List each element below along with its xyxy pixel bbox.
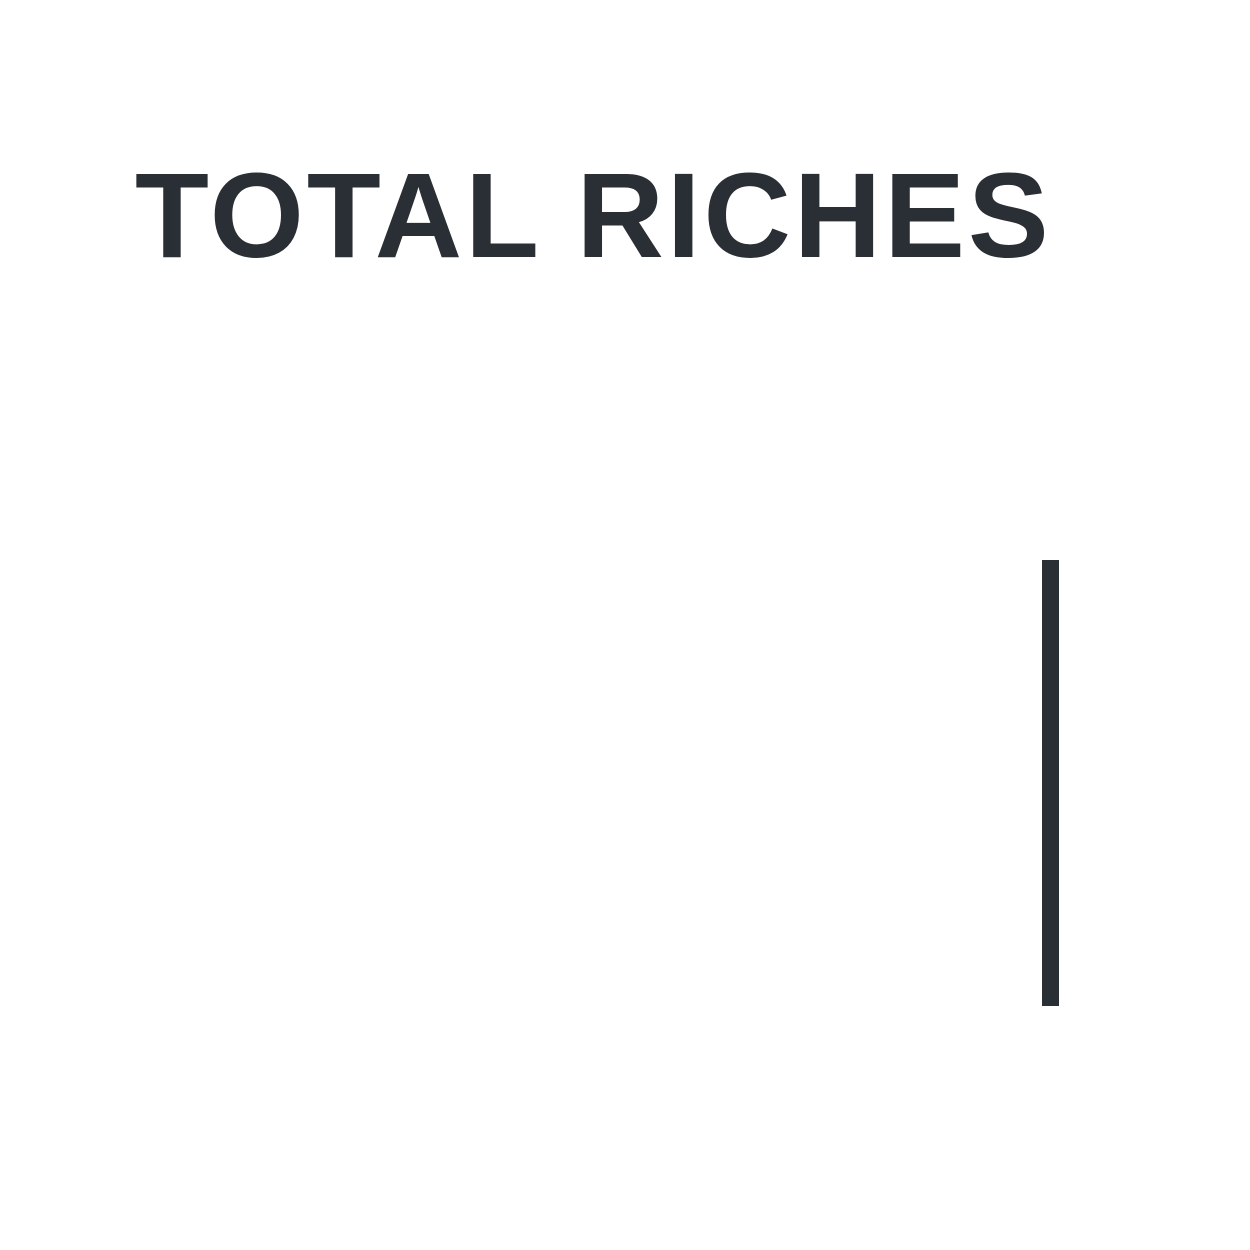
canvas: TOTAL RICHES [0,0,1250,1250]
headline-text: TOTAL RICHES [135,147,1052,283]
vertical-divider-line [1042,560,1059,1006]
